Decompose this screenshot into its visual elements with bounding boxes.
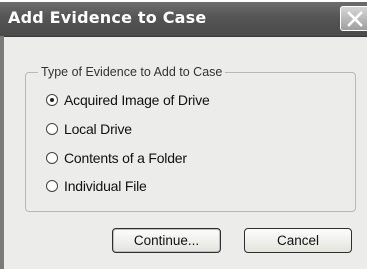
close-icon xyxy=(347,11,363,27)
radio-folder-contents[interactable]: Contents of a Folder xyxy=(46,148,187,168)
radio-label: Contents of a Folder xyxy=(64,150,187,166)
dialog-title: Add Evidence to Case xyxy=(8,8,207,27)
radio-button[interactable] xyxy=(46,180,58,192)
radio-acquired-image[interactable]: Acquired Image of Drive xyxy=(46,90,210,110)
radio-local-drive[interactable]: Local Drive xyxy=(46,119,132,139)
radio-individual-file[interactable]: Individual File xyxy=(46,176,147,196)
radio-label: Individual File xyxy=(64,178,147,194)
title-bar[interactable]: Add Evidence to Case xyxy=(0,2,367,37)
radio-label: Local Drive xyxy=(64,121,132,137)
radio-button-checked[interactable] xyxy=(46,94,58,106)
radio-button[interactable] xyxy=(46,152,58,164)
cancel-button[interactable]: Cancel xyxy=(244,228,352,253)
evidence-type-legend: Type of Evidence to Add to Case xyxy=(38,65,226,79)
continue-button[interactable]: Continue... xyxy=(112,228,221,253)
add-evidence-dialog: Add Evidence to Case Type of Evidence to… xyxy=(0,2,367,269)
radio-label: Acquired Image of Drive xyxy=(64,92,210,108)
close-button[interactable] xyxy=(340,6,367,31)
radio-button[interactable] xyxy=(46,123,58,135)
window-left-border xyxy=(0,36,4,269)
